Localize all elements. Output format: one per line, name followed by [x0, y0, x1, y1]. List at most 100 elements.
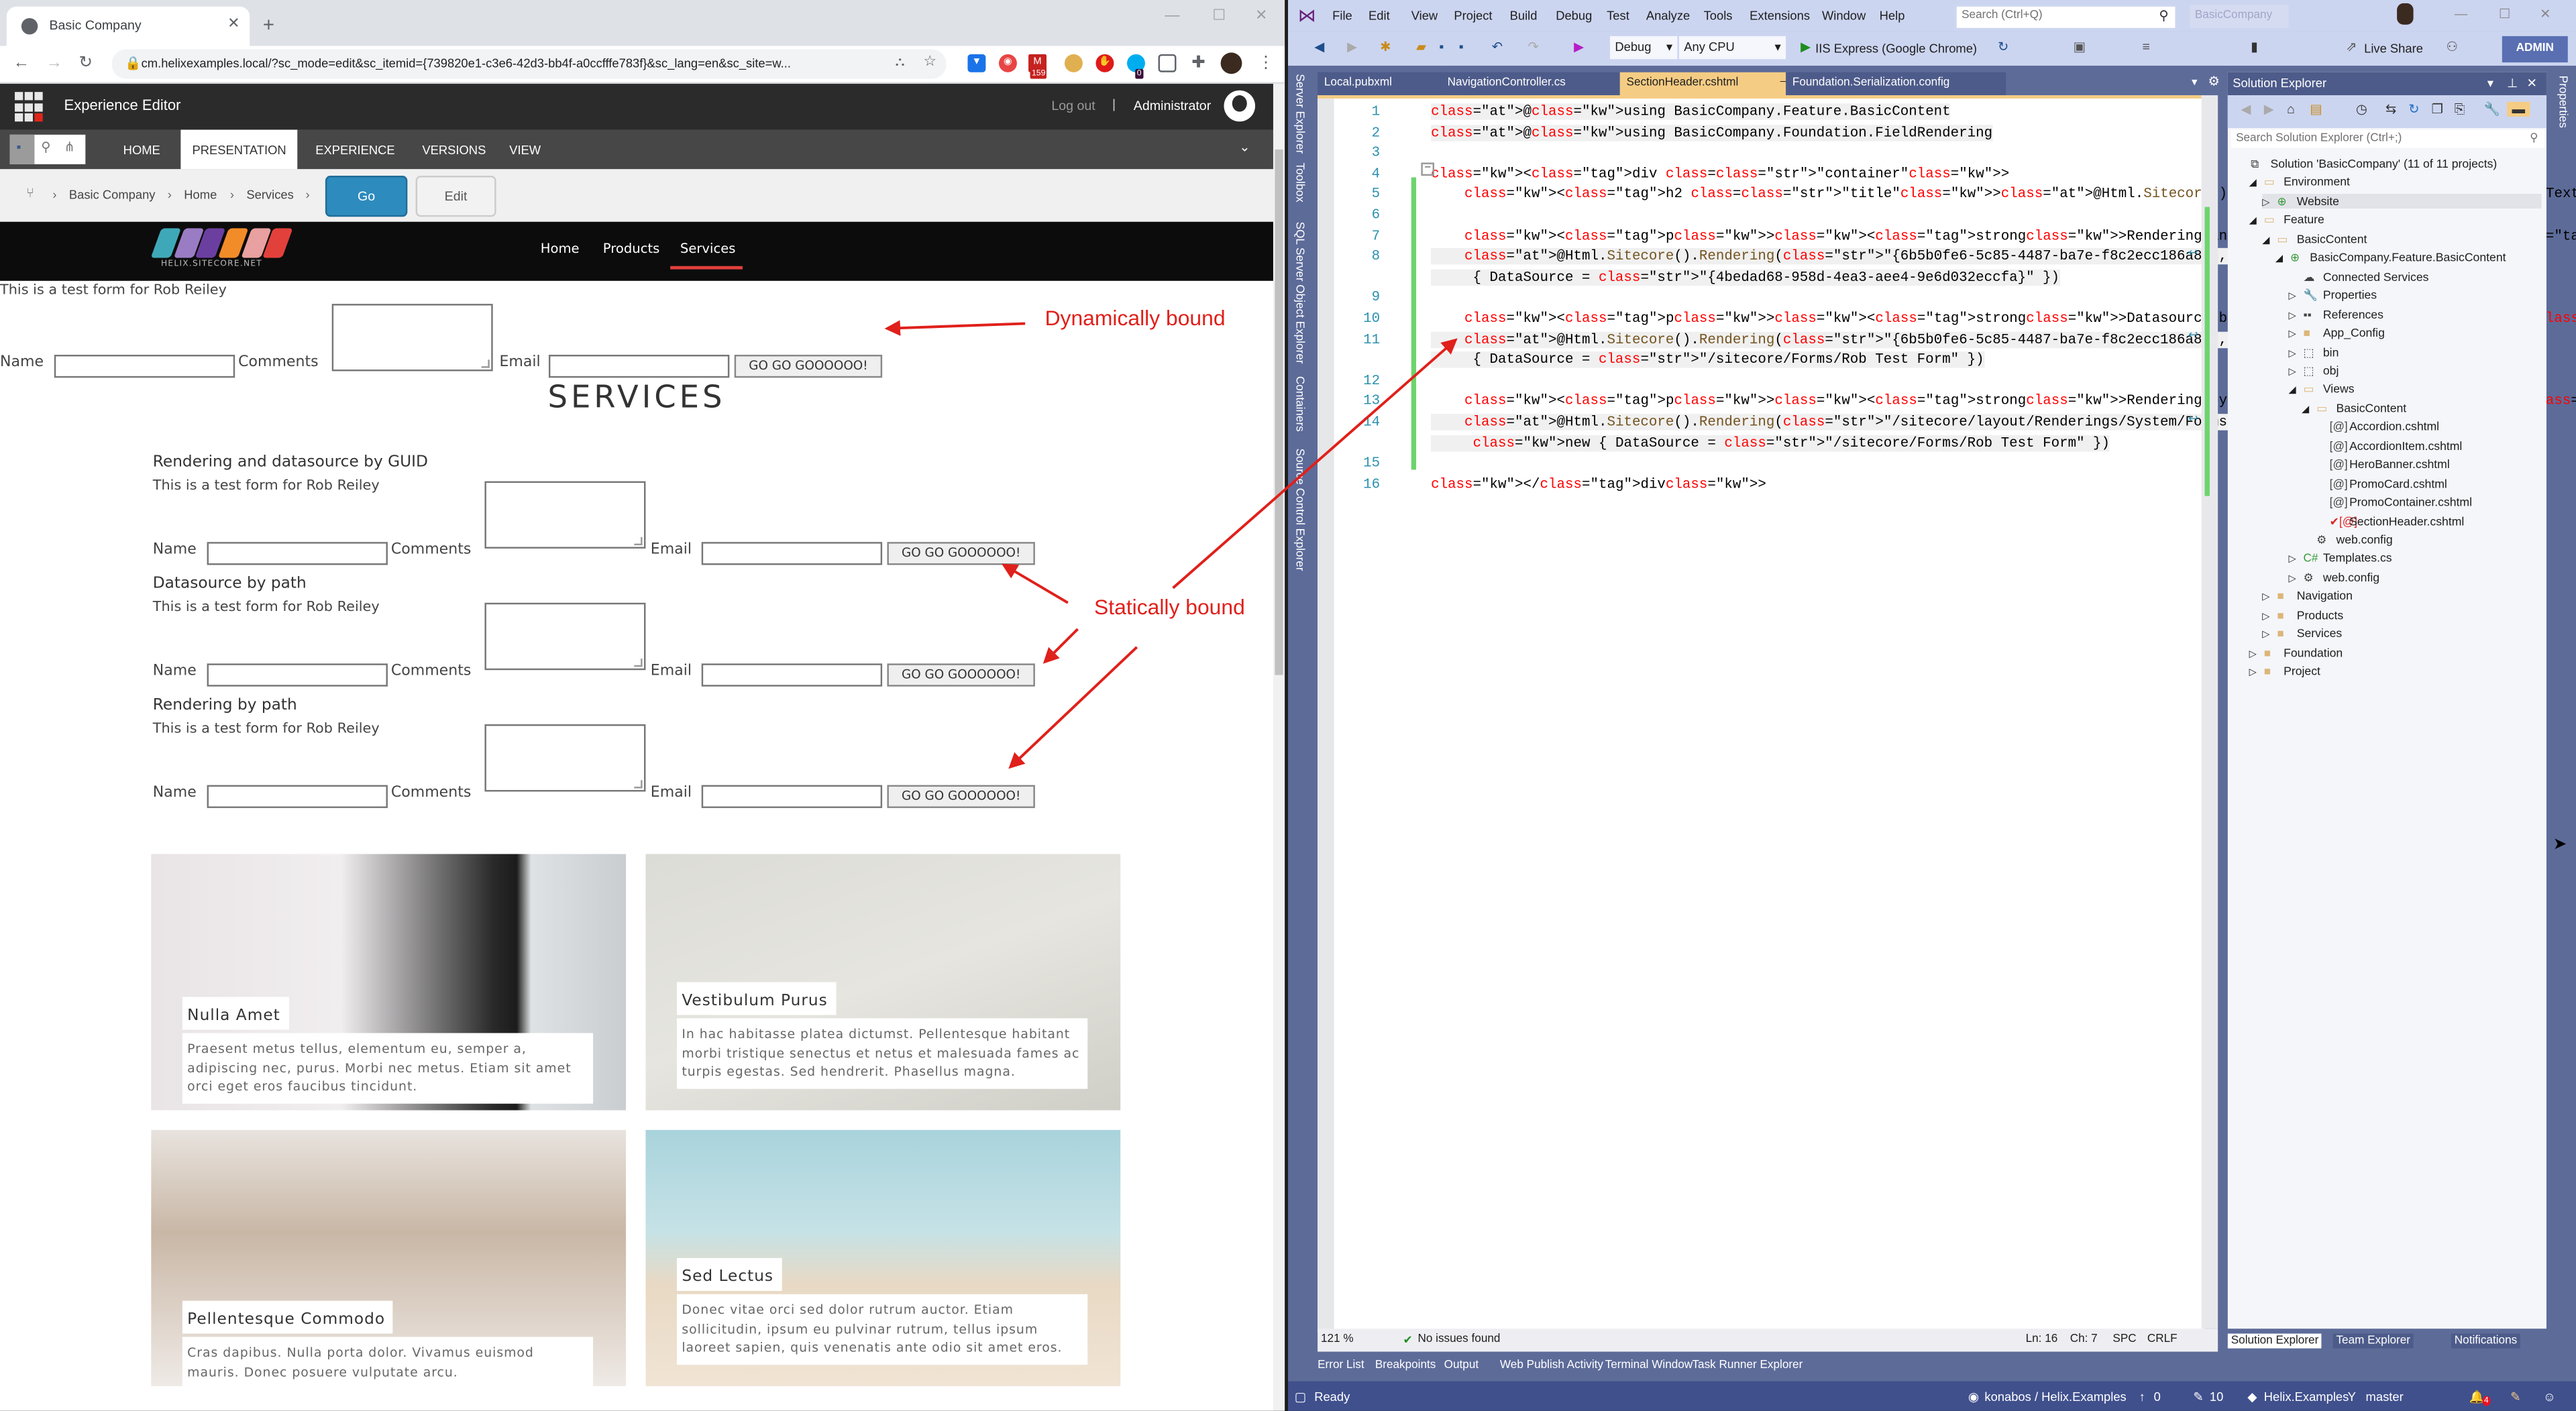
code-line[interactable]: 14 class="at">@Html.Sitecore().Rendering…: [1318, 414, 2320, 433]
name-input[interactable]: [207, 785, 388, 808]
promo-card[interactable]: Vestibulum Purus In hac habitasse platea …: [645, 854, 1121, 1111]
tree-item[interactable]: ▷ ■ Navigation: [2262, 589, 2353, 604]
forward-icon[interactable]: →: [46, 54, 62, 72]
tool-window-tab[interactable]: Output: [1444, 1360, 1479, 1371]
square-extension-icon[interactable]: [1158, 54, 1177, 72]
collapsed-icon[interactable]: ▷: [2288, 347, 2303, 359]
code-line[interactable]: { DataSource = class="str">"/sitecore/Fo…: [1318, 351, 2171, 372]
cookie-extension-icon[interactable]: [1064, 54, 1083, 72]
tab-list-icon[interactable]: ▾: [2192, 76, 2198, 89]
issues-status[interactable]: No issues found: [1417, 1334, 1500, 1345]
tree-item[interactable]: ◢ ▭ BasicContent: [2302, 400, 2406, 415]
solution-search-input[interactable]: Search Solution Explorer (Ctrl+;) ⚲: [2231, 129, 2545, 148]
tree-item[interactable]: ◢ ▭ Environment: [2249, 175, 2350, 190]
refresh-icon[interactable]: ↻: [1998, 40, 2008, 54]
code-line[interactable]: 8 class="at">@Html.Sitecore().Rendering(…: [1318, 248, 2353, 268]
nav-services[interactable]: Services: [680, 241, 736, 256]
home-icon[interactable]: ⌂: [2287, 102, 2295, 117]
editor-scrollbar[interactable]: [2201, 95, 2218, 1329]
feedback-icon[interactable]: ⚇: [2447, 40, 2459, 54]
logout-link[interactable]: Log out: [1051, 99, 1095, 113]
code-line[interactable]: 15: [1318, 455, 2171, 475]
menu-debug[interactable]: Debug: [1556, 8, 1592, 23]
expanded-icon[interactable]: ◢: [2288, 385, 2303, 396]
tree-item[interactable]: ▷ ⬚ obj: [2288, 363, 2339, 378]
translate-icon[interactable]: ⛬: [896, 54, 905, 70]
menu-edit[interactable]: Edit: [1368, 8, 1390, 23]
helix-logo[interactable]: HELIX.SITECORE.NET: [150, 228, 293, 274]
promo-card[interactable]: Nulla Amet Praesent metus tellus, element…: [151, 854, 627, 1111]
tool-window-tab[interactable]: Terminal Window: [1605, 1360, 1693, 1371]
breadcrumb-item[interactable]: Services: [246, 187, 293, 202]
tree-item[interactable]: ▷ C# Templates.cs: [2288, 551, 2392, 565]
code-line[interactable]: 13 class="kw"><class="tag">pclass="kw">>…: [1318, 393, 2576, 412]
submit-button[interactable]: GO GO GOOOOOO!: [734, 354, 883, 378]
collapse-ribbon-icon[interactable]: ⌄: [1239, 139, 1250, 154]
pin-icon[interactable]: ⊥: [2507, 72, 2518, 95]
tree-item[interactable]: ▷ ■ Services: [2262, 626, 2342, 641]
close-tab-icon[interactable]: ✕: [227, 15, 239, 33]
email-input[interactable]: [548, 354, 730, 378]
tool-window-tab[interactable]: Error List: [1318, 1360, 1364, 1371]
account-icon[interactable]: ☺: [2543, 1390, 2556, 1404]
back-icon[interactable]: ◀: [2241, 102, 2251, 117]
record-extension-icon[interactable]: ◉: [998, 54, 1017, 72]
breadcrumb-item[interactable]: Home: [184, 187, 217, 202]
nav-products[interactable]: Products: [603, 241, 660, 256]
comments-textarea[interactable]: [484, 602, 646, 671]
zoom-level[interactable]: 121 %: [1321, 1334, 1354, 1345]
collapsed-icon[interactable]: ▷: [2288, 310, 2303, 321]
tree-item[interactable]: ⚙ web.config: [2302, 532, 2393, 547]
adblock-extension-icon[interactable]: ✋: [1095, 54, 1114, 72]
collapsed-icon[interactable]: ▷: [2262, 611, 2277, 622]
collapsed-icon[interactable]: ▷: [2262, 630, 2277, 641]
code-line[interactable]: 3: [1318, 145, 2171, 164]
ribbon-tab-view[interactable]: VIEW: [498, 129, 552, 169]
edit-button[interactable]: Edit: [415, 176, 496, 217]
tree-item[interactable]: ▷ ⬚ bin: [2288, 344, 2339, 359]
close-window-icon[interactable]: ✕: [1255, 7, 1267, 25]
show-all-files-icon[interactable]: ⎘: [2455, 102, 2465, 118]
collapsed-icon[interactable]: ▷: [2288, 366, 2303, 378]
tree-item[interactable]: ▷ ▪▪ References: [2288, 306, 2383, 321]
tree-item[interactable]: [@] HeroBanner.cshtml: [2315, 457, 2450, 471]
collapsed-icon[interactable]: ▷: [2288, 291, 2303, 302]
tree-item[interactable]: [@] PromoCard.cshtml: [2315, 475, 2447, 490]
tool-tab-source-control-explorer[interactable]: Source Control Explorer: [1293, 449, 1304, 571]
tree-item[interactable]: ▷ 🔧 Properties: [2288, 288, 2377, 302]
save-all-icon[interactable]: ▪: [1459, 40, 1464, 54]
code-line[interactable]: 11 class="at">@Html.Sitecore().Rendering…: [1318, 331, 2353, 351]
ribbon-tab-presentation[interactable]: PRESENTATION: [180, 129, 298, 170]
menu-extensions[interactable]: Extensions: [1750, 8, 1810, 23]
preview-icon[interactable]: ▬: [2507, 101, 2530, 117]
comments-textarea[interactable]: [331, 304, 493, 372]
start-icon[interactable]: ▶: [1574, 40, 1584, 54]
save-button[interactable]: [9, 134, 35, 164]
tree-item[interactable]: [@] AccordionItem.cshtml: [2315, 438, 2463, 453]
platform-dropdown[interactable]: Any CPU ▾: [1678, 36, 1786, 60]
go-button[interactable]: Go: [325, 176, 408, 217]
collapsed-icon[interactable]: ▷: [2288, 329, 2303, 340]
user-name[interactable]: Administrator: [1134, 99, 1211, 113]
ribbon-tab-experience[interactable]: EXPERIENCE: [304, 129, 407, 169]
se-tab[interactable]: Solution Explorer: [2227, 1333, 2322, 1349]
unpushed-count[interactable]: 0: [2154, 1390, 2161, 1404]
promo-card[interactable]: Pellentesque Commodo Cras dapibus. Nulla …: [151, 1129, 627, 1386]
branch-name[interactable]: master: [2366, 1390, 2404, 1404]
menu-view[interactable]: View: [1411, 8, 1438, 23]
tree-item[interactable]: ◢ ▭ BasicContent: [2262, 231, 2367, 246]
tool-tab-containers[interactable]: Containers: [1293, 376, 1304, 432]
close-icon[interactable]: ✕: [2540, 7, 2551, 21]
switch-views-icon[interactable]: ▤: [2310, 102, 2322, 117]
comments-textarea[interactable]: [484, 724, 646, 792]
settings-icon[interactable]: ⚙: [2208, 74, 2220, 89]
code-line[interactable]: 9: [1318, 290, 2171, 309]
collapsed-icon[interactable]: ▷: [2288, 573, 2303, 585]
tool-window-tab[interactable]: Task Runner Explorer: [1692, 1360, 1803, 1371]
expanded-icon[interactable]: ◢: [2249, 178, 2264, 190]
promo-card[interactable]: Sed Lectus Donec vitae orci sed dolor rut…: [645, 1129, 1121, 1386]
code-line[interactable]: { DataSource = class="str">"{4bedad68-95…: [1318, 269, 2171, 288]
run-icon[interactable]: ▶: [1801, 40, 1811, 54]
tree-item[interactable]: ✔[@]SectionHeader.cshtml: [2315, 513, 2465, 528]
code-line[interactable]: class="kw">new { DataSource = class="str…: [1318, 434, 2171, 454]
